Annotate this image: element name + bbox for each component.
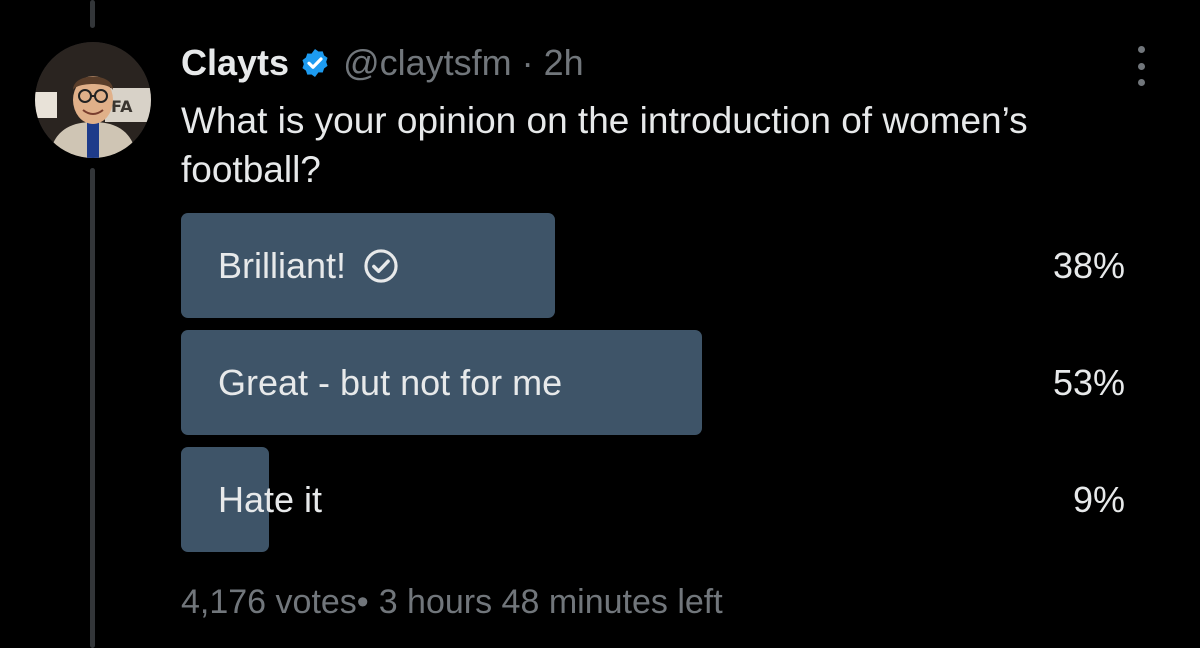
poll-footer: 4,176 votes • 3 hours 48 minutes left: [181, 580, 723, 624]
poll-option-percent: 9%: [1072, 478, 1125, 520]
avatar[interactable]: FA: [35, 42, 151, 158]
poll-option-label: Great - but not for me: [218, 330, 562, 435]
vote-count: 4,176 votes: [181, 582, 357, 621]
thread-line-bottom: [90, 168, 95, 648]
more-dot: [1137, 62, 1145, 70]
check-circle-icon: [362, 247, 400, 285]
user-handle[interactable]: @claytsfm: [343, 42, 512, 84]
more-dot: [1137, 79, 1145, 86]
poll-option-hate-it[interactable]: Hate it 9%: [181, 447, 1125, 552]
footer-separator: •: [356, 582, 369, 621]
more-dot: [1137, 46, 1145, 53]
poll-option-great-but-not-for-me[interactable]: Great - but not for me 53%: [181, 330, 1125, 435]
tweet-text: What is your opinion on the introduction…: [181, 100, 1028, 190]
poll-option-text: Great - but not for me: [218, 361, 563, 403]
poll-option-percent: 38%: [1052, 244, 1125, 286]
tweet-time[interactable]: 2h: [544, 42, 584, 84]
time-left: 3 hours 48 minutes left: [378, 582, 723, 621]
poll-option-percent: 53%: [1052, 361, 1125, 403]
tweet-header: Clayts @claytsfm · 2h: [181, 40, 584, 86]
verified-badge-icon[interactable]: [299, 47, 331, 79]
poll-option-text: Hate it: [218, 478, 323, 520]
poll-option-label: Brilliant!: [218, 213, 400, 318]
more-options-icon[interactable]: [1126, 46, 1156, 86]
display-name[interactable]: Clayts: [181, 42, 289, 84]
thread-line-top: [90, 0, 95, 28]
poll-option-label: Hate it: [218, 447, 322, 552]
poll-option-text: Brilliant!: [218, 244, 347, 286]
avatar-photo-icon: FA: [35, 42, 151, 158]
header-separator: ·: [521, 42, 534, 83]
svg-text:FA: FA: [111, 97, 133, 116]
poll-option-brilliant[interactable]: Brilliant! 38%: [181, 213, 1125, 318]
